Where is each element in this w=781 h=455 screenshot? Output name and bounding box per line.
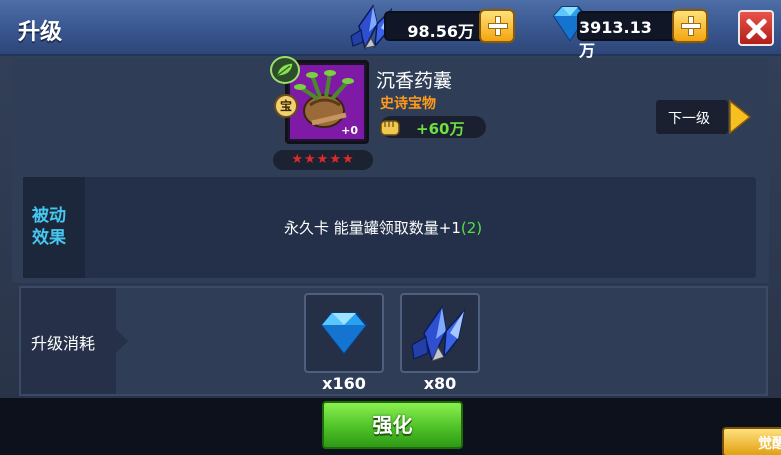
item-level-badge: +0 <box>341 124 358 137</box>
power-bonus-value: +60万 <box>416 120 465 138</box>
crystal-amount: 98.56万 <box>407 22 474 41</box>
leaf-icon <box>270 56 300 84</box>
item-name: 沉香药囊 <box>376 70 453 92</box>
item-quality: 史诗宝物 <box>380 96 436 112</box>
effect-label-column: 被动效果 <box>23 177 85 278</box>
next-level-label: 下一级 <box>668 111 710 127</box>
blue-gem-icon <box>320 312 368 355</box>
enhance-button[interactable]: 强化 <box>322 401 463 449</box>
effect-bonus: (2) <box>460 219 483 237</box>
cost-item-gem[interactable] <box>304 293 384 373</box>
fist-icon <box>380 120 400 136</box>
page-title: 升级 <box>18 20 63 45</box>
effect-text: 永久卡 能量罐领取数量+1 <box>284 219 461 237</box>
header-bar: 升级 98.56万 3913.13万 <box>0 0 781 60</box>
arrow-right-icon <box>729 100 752 134</box>
upgrade-cost-box: 升级消耗 <box>19 286 768 396</box>
item-portrait: +0 <box>290 65 364 139</box>
cost-label-column: 升级消耗 <box>21 288 128 394</box>
gem-currency: 3913.13万 <box>577 9 708 60</box>
upgrade-panel: 升级 98.56万 3913.13万 +0 宝 ★★★★★ 沉香药囊 史诗宝物 … <box>0 0 781 455</box>
blue-crystal-icon <box>411 305 466 364</box>
power-bonus-bar: +60万 <box>380 116 486 138</box>
add-gem-button[interactable] <box>672 9 708 43</box>
cost-count-crystal: x80 <box>423 374 457 393</box>
star-rating: ★★★★★ <box>273 150 373 170</box>
effect-label: 被动效果 <box>32 206 66 248</box>
cost-item-crystal[interactable] <box>400 293 480 373</box>
awaken-button[interactable]: 觉醒 <box>722 427 781 455</box>
cost-count-gem: x160 <box>322 374 366 393</box>
close-button[interactable] <box>738 10 774 46</box>
crystal-currency: 98.56万 <box>384 9 515 43</box>
treasure-tag: 宝 <box>274 94 298 118</box>
gem-amount: 3913.13万 <box>579 18 652 60</box>
next-level-button[interactable]: 下一级 <box>656 100 752 134</box>
cost-label: 升级消耗 <box>31 334 96 353</box>
effect-description: 永久卡 能量罐领取数量+1(2) <box>284 217 482 238</box>
add-crystal-button[interactable] <box>479 9 515 43</box>
